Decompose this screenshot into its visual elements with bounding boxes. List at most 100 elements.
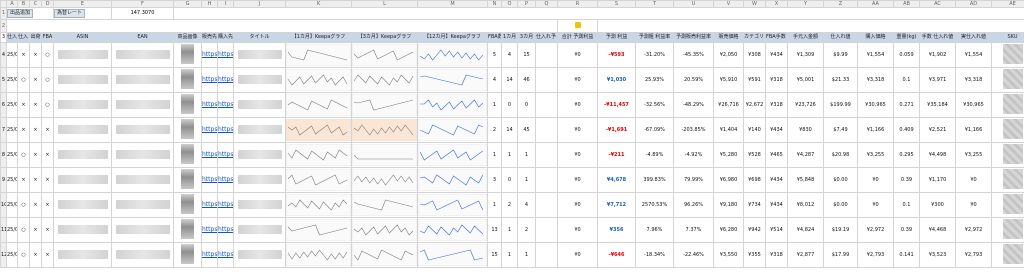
cost-cell[interactable]: $20.98 <box>823 142 858 168</box>
actual-cost-cell[interactable]: ¥2,793 <box>955 242 992 268</box>
title-cell[interactable] <box>233 92 286 118</box>
sku-cell[interactable] <box>991 142 1024 168</box>
weight-cell[interactable]: 0.141 <box>893 242 920 268</box>
sales-margin-cell[interactable]: -4.92% <box>673 142 714 168</box>
asin-cell[interactable] <box>53 192 112 218</box>
fba-flag-cell[interactable]: × <box>41 167 54 193</box>
sell-link-cell[interactable]: https: <box>201 92 218 118</box>
column-header-f[interactable]: F <box>111 0 174 8</box>
price-cell[interactable]: ¥5,280 <box>713 142 744 168</box>
total-profit-cell[interactable]: ¥0 <box>557 142 598 168</box>
sales-3m-cell[interactable]: 15 <box>517 42 536 68</box>
cost-cell[interactable]: $199.99 <box>823 92 858 118</box>
ship-cell[interactable]: × <box>29 67 42 93</box>
actual-cost-cell[interactable]: ¥2,972 <box>955 217 992 243</box>
gross-margin-cell[interactable]: 399.83% <box>635 167 674 193</box>
image-cell[interactable] <box>173 67 202 93</box>
fee-cost-cell[interactable]: ¥1,170 <box>919 167 956 193</box>
sell-link[interactable]: https: <box>203 176 217 183</box>
date-cell[interactable]: 25/09/11 <box>6 142 18 168</box>
purchase-price-cell[interactable]: ¥2,793 <box>857 242 894 268</box>
sku-cell[interactable] <box>991 192 1024 218</box>
title-cell[interactable] <box>233 42 286 68</box>
ean-cell[interactable] <box>111 67 174 93</box>
cost-cell[interactable]: $17.99 <box>823 242 858 268</box>
image-cell[interactable] <box>173 142 202 168</box>
fba-fee-cell[interactable]: ¥465 <box>765 142 788 168</box>
column-header-g[interactable]: G <box>173 0 202 8</box>
planned-qty-cell[interactable] <box>535 67 558 93</box>
image-cell[interactable] <box>173 217 202 243</box>
total-profit-cell[interactable]: ¥0 <box>557 117 598 143</box>
sales-3m-cell[interactable]: 1 <box>517 242 536 268</box>
sell-link[interactable]: https: <box>203 226 217 233</box>
fba-count-cell[interactable]: 1 <box>487 92 502 118</box>
planned-qty-cell[interactable] <box>535 42 558 68</box>
column-header-i[interactable]: I <box>217 0 234 8</box>
purchase-price-cell[interactable]: ¥3,318 <box>857 67 894 93</box>
column-header-h[interactable]: H <box>201 0 218 8</box>
purchase-price-cell[interactable]: ¥0 <box>857 192 894 218</box>
weight-cell[interactable]: 0.271 <box>893 92 920 118</box>
price-cell[interactable]: ¥2,050 <box>713 42 744 68</box>
status-cell[interactable]: × <box>17 92 30 118</box>
gross-margin-cell[interactable]: -31.20% <box>635 42 674 68</box>
cost-cell[interactable]: $21.33 <box>823 67 858 93</box>
graph-3m-cell[interactable] <box>351 217 418 243</box>
sales-margin-cell[interactable]: 20.59% <box>673 67 714 93</box>
ship-cell[interactable]: × <box>29 242 42 268</box>
buy-link-cell[interactable]: https: <box>217 217 234 243</box>
category-fee-cell[interactable]: ¥698 <box>743 167 766 193</box>
graph-3m-cell[interactable] <box>351 167 418 193</box>
actual-cost-cell[interactable]: ¥0 <box>955 192 992 218</box>
ship-cell[interactable]: × <box>29 167 42 193</box>
net-payout-cell[interactable]: ¥8,012 <box>787 192 824 218</box>
sell-link-cell[interactable]: https: <box>201 67 218 93</box>
fba-flag-cell[interactable]: × <box>41 242 54 268</box>
weight-cell[interactable]: 0.1 <box>893 67 920 93</box>
title-cell[interactable] <box>233 142 286 168</box>
ean-cell[interactable] <box>111 92 174 118</box>
buy-link[interactable]: https: <box>219 126 233 133</box>
total-profit-cell[interactable]: ¥0 <box>557 67 598 93</box>
buy-link-cell[interactable]: https: <box>217 242 234 268</box>
fee-cost-cell[interactable]: ¥4,498 <box>919 142 956 168</box>
graph-12m-cell[interactable] <box>417 242 488 268</box>
actual-cost-cell[interactable]: ¥1,554 <box>955 42 992 68</box>
actual-cost-cell[interactable]: ¥1,166 <box>955 117 992 143</box>
sell-link-cell[interactable]: https: <box>201 117 218 143</box>
date-cell[interactable]: 25/09/11 <box>6 167 18 193</box>
buy-link[interactable]: https: <box>219 151 233 158</box>
ean-cell[interactable] <box>111 192 174 218</box>
planned-qty-cell[interactable] <box>535 167 558 193</box>
graph-3m-cell[interactable] <box>351 242 418 268</box>
asin-cell[interactable] <box>53 142 112 168</box>
sales-1m-cell[interactable]: 0 <box>501 167 518 193</box>
column-header-ae[interactable]: AE <box>991 0 1024 8</box>
graph-3m-cell[interactable] <box>351 142 418 168</box>
asin-cell[interactable] <box>53 42 112 68</box>
fba-count-cell[interactable]: 1 <box>487 192 502 218</box>
sales-3m-cell[interactable]: 45 <box>517 117 536 143</box>
total-profit-cell[interactable]: ¥0 <box>557 242 598 268</box>
buy-link[interactable]: https: <box>219 201 233 208</box>
sales-margin-cell[interactable]: -203.85% <box>673 117 714 143</box>
ship-cell[interactable]: × <box>29 117 42 143</box>
profit-cell[interactable]: -¥593 <box>597 42 636 68</box>
column-header-v[interactable]: V <box>713 0 744 8</box>
category-fee-cell[interactable]: ¥140 <box>743 117 766 143</box>
graph-3m-cell[interactable] <box>351 42 418 68</box>
actual-cost-cell[interactable]: ¥0 <box>955 167 992 193</box>
fee-cost-cell[interactable]: ¥3,971 <box>919 67 956 93</box>
sell-link-cell[interactable]: https: <box>201 217 218 243</box>
column-header-a[interactable]: A <box>6 0 18 8</box>
sell-link[interactable]: https: <box>203 126 217 133</box>
fba-flag-cell[interactable]: × <box>41 217 54 243</box>
buy-link[interactable]: https: <box>219 226 233 233</box>
purchase-price-cell[interactable]: ¥1,166 <box>857 117 894 143</box>
fba-fee-cell[interactable]: ¥318 <box>765 242 788 268</box>
ean-cell[interactable] <box>111 242 174 268</box>
weight-cell[interactable]: 0.39 <box>893 217 920 243</box>
graph-1m-cell[interactable] <box>285 142 352 168</box>
column-header-y[interactable]: Y <box>787 0 824 8</box>
